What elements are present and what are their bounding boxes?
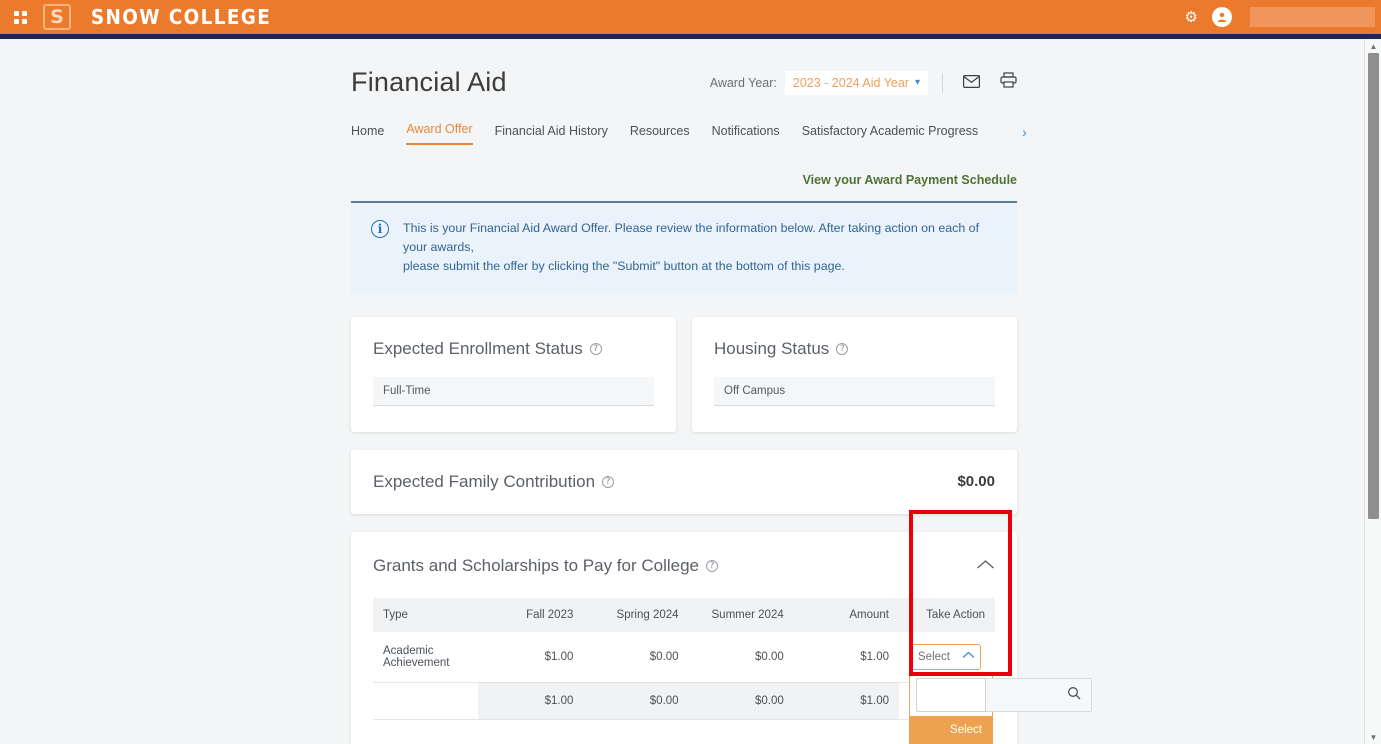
info-banner: i This is your Financial Aid Award Offer… xyxy=(351,203,1017,295)
help-icon[interactable]: ? xyxy=(706,560,718,572)
status-cards-row: Expected Enrollment Status ? Full-Time H… xyxy=(351,317,1017,432)
expected-enrollment-status-card: Expected Enrollment Status ? Full-Time xyxy=(351,317,676,432)
table-totals-row: $1.00 $0.00 $0.00 $1.00 xyxy=(373,682,995,719)
search-icon[interactable] xyxy=(1067,686,1081,703)
award-year-label: Award Year: xyxy=(710,76,777,90)
awards-table-header-row: Type Fall 2023 Spring 2024 Summer 2024 A… xyxy=(373,598,995,632)
efc-amount: $0.00 xyxy=(957,473,995,490)
totals-spring-amount: $0.00 xyxy=(583,682,688,719)
take-action-select-wrapper: Select xyxy=(909,644,985,670)
chevron-up-icon xyxy=(962,651,975,662)
award-payment-schedule-link[interactable]: View your Award Payment Schedule xyxy=(803,173,1017,187)
grants-title-text: Grants and Scholarships to Pay for Colle… xyxy=(373,556,699,576)
housing-card-title-text: Housing Status xyxy=(714,339,829,359)
gear-icon[interactable]: ⚙ xyxy=(1185,10,1198,25)
person-icon xyxy=(1216,11,1228,23)
header-controls: Award Year: 2023 - 2024 Aid Year ▾ xyxy=(710,71,1017,95)
table-row: Academic Achievement $1.00 $0.00 $0.00 $… xyxy=(373,632,995,683)
help-icon[interactable]: ? xyxy=(836,343,848,355)
tab-financial-aid-history[interactable]: Financial Aid History xyxy=(495,124,608,145)
chevron-down-icon: ▾ xyxy=(915,77,920,88)
awards-table: Type Fall 2023 Spring 2024 Summer 2024 A… xyxy=(373,598,995,720)
efc-title-text: Expected Family Contribution xyxy=(373,472,595,492)
grants-and-scholarships-card: Grants and Scholarships to Pay for Colle… xyxy=(351,532,1017,744)
column-header-fall: Fall 2023 xyxy=(478,598,583,632)
tab-resources[interactable]: Resources xyxy=(630,124,690,145)
award-summer-amount: $0.00 xyxy=(689,632,794,683)
award-year-select[interactable]: 2023 - 2024 Aid Year ▾ xyxy=(785,71,928,95)
page-header-row: Financial Aid Award Year: 2023 - 2024 Ai… xyxy=(351,39,1017,98)
snow-college-wordmark: SNOW COLLEGE xyxy=(91,5,271,29)
tab-notifications[interactable]: Notifications xyxy=(712,124,780,145)
award-year-value: 2023 - 2024 Aid Year xyxy=(793,76,909,90)
tab-home[interactable]: Home xyxy=(351,124,384,145)
enrollment-card-title: Expected Enrollment Status ? xyxy=(373,339,654,359)
avatar[interactable] xyxy=(1212,7,1232,27)
mail-icon[interactable] xyxy=(963,73,980,93)
grants-title: Grants and Scholarships to Pay for Colle… xyxy=(373,556,718,576)
dropdown-search-row xyxy=(910,672,992,716)
dropdown-option-select[interactable]: Select xyxy=(910,716,992,744)
award-type: Academic Achievement xyxy=(373,632,478,683)
page-title: Financial Aid xyxy=(351,67,507,98)
payment-schedule-row: View your Award Payment Schedule xyxy=(351,171,1017,189)
column-header-type: Type xyxy=(373,598,478,632)
award-fall-amount: $1.00 xyxy=(478,632,583,683)
enrollment-card-title-text: Expected Enrollment Status xyxy=(373,339,583,359)
section-tabs: Home Award Offer Financial Aid History R… xyxy=(351,122,1017,145)
top-navigation-bar: S SNOW COLLEGE ⚙ xyxy=(0,0,1381,34)
totals-fall-amount: $1.00 xyxy=(478,682,583,719)
award-spring-amount: $0.00 xyxy=(583,632,688,683)
totals-type xyxy=(373,682,478,719)
user-name-plate[interactable] xyxy=(1250,7,1375,27)
totals-amount: $1.00 xyxy=(794,682,899,719)
award-action-cell: Select xyxy=(899,632,995,683)
column-header-take-action: Take Action xyxy=(899,598,995,632)
take-action-select[interactable]: Select xyxy=(909,644,981,670)
tab-satisfactory-academic-progress[interactable]: Satisfactory Academic Progress xyxy=(802,124,978,145)
vertical-scrollbar[interactable]: ▲ ▼ xyxy=(1364,39,1381,744)
info-banner-line-1: This is your Financial Aid Award Offer. … xyxy=(403,219,997,257)
scroll-up-arrow-icon[interactable]: ▲ xyxy=(1365,39,1381,53)
column-header-amount: Amount xyxy=(794,598,899,632)
housing-status-value[interactable]: Off Campus xyxy=(714,377,995,406)
help-icon[interactable]: ? xyxy=(590,343,602,355)
info-icon: i xyxy=(371,220,389,238)
info-banner-line-2: please submit the offer by clicking the … xyxy=(403,257,997,276)
grants-card-header: Grants and Scholarships to Pay for Colle… xyxy=(373,556,995,576)
dropdown-search-input[interactable] xyxy=(916,678,986,712)
take-action-selected-value: Select xyxy=(918,651,950,663)
efc-title: Expected Family Contribution ? xyxy=(373,472,614,492)
housing-card-title: Housing Status ? xyxy=(714,339,995,359)
page-scroll-region: Financial Aid Award Year: 2023 - 2024 Ai… xyxy=(0,39,1364,744)
print-icon[interactable] xyxy=(1000,72,1017,93)
scrollbar-thumb[interactable] xyxy=(1368,53,1379,519)
chevron-up-icon[interactable] xyxy=(976,557,995,574)
enrollment-status-value[interactable]: Full-Time xyxy=(373,377,654,406)
column-header-summer: Summer 2024 xyxy=(689,598,794,632)
topbar-actions: ⚙ xyxy=(1185,7,1381,27)
snow-college-logo-mark[interactable]: S xyxy=(43,4,71,30)
chevron-right-icon[interactable]: › xyxy=(1022,124,1027,145)
award-total-amount: $1.00 xyxy=(794,632,899,683)
help-icon[interactable]: ? xyxy=(602,476,614,488)
grid-menu-icon[interactable] xyxy=(14,11,29,24)
app-window: S SNOW COLLEGE ⚙ Financial Aid Award Yea… xyxy=(0,0,1381,744)
divider xyxy=(942,73,943,93)
scroll-down-arrow-icon[interactable]: ▼ xyxy=(1365,730,1381,744)
take-action-dropdown: Select Accept Decline Modify xyxy=(909,672,993,744)
page-content: Financial Aid Award Year: 2023 - 2024 Ai… xyxy=(351,39,1017,744)
column-header-spring: Spring 2024 xyxy=(583,598,688,632)
expected-family-contribution-card: Expected Family Contribution ? $0.00 xyxy=(351,450,1017,514)
housing-status-card: Housing Status ? Off Campus xyxy=(692,317,1017,432)
totals-summer-amount: $0.00 xyxy=(689,682,794,719)
tab-award-offer[interactable]: Award Offer xyxy=(406,122,472,145)
info-banner-text: This is your Financial Aid Award Offer. … xyxy=(403,219,997,277)
